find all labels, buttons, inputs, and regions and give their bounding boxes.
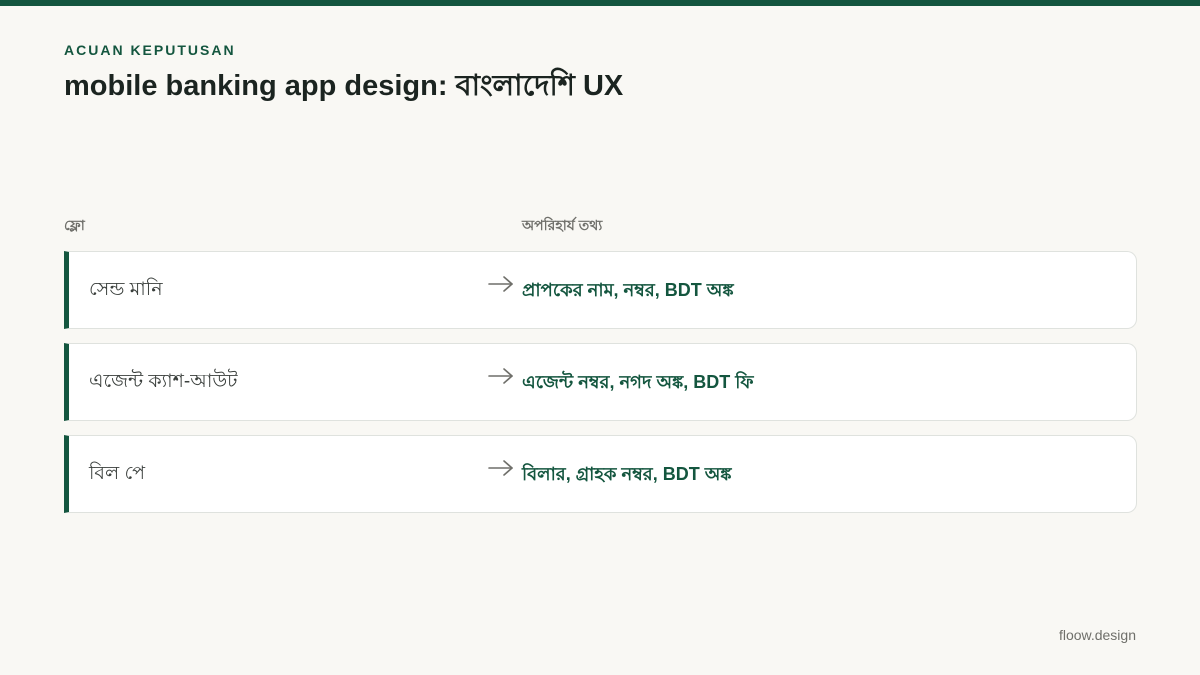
row-flow-label: বিল পে [89, 463, 146, 484]
column-header-flow: ফ্লো [64, 217, 85, 233]
eyebrow-label: ACUAN KEPUTUSAN [64, 42, 236, 58]
decision-table: সেন্ড মানি প্রাপকের নাম, নম্বর, BDT অঙ্ক… [64, 251, 1137, 527]
column-header-essential-info: অপরিহার্য তথ্য [522, 217, 603, 233]
arrow-right-icon [488, 460, 513, 476]
table-row-bill-pay: বিল পে বিলার, গ্রাহক নম্বর, BDT অঙ্ক [64, 435, 1137, 513]
row-flow-label: সেন্ড মানি [89, 279, 163, 300]
arrow-right-icon [488, 368, 513, 384]
footer-brand: floow.design [1058, 627, 1136, 643]
arrow-right-icon [488, 276, 513, 292]
row-essential-info: বিলার, গ্রাহক নম্বর, BDT অঙ্ক [522, 464, 732, 484]
table-row-agent-cash-out: এজেন্ট ক্যাশ-আউট এজেন্ট নম্বর, নগদ অঙ্ক,… [64, 343, 1137, 421]
page-title: mobile banking app design: বাংলাদেশি UX [64, 70, 624, 102]
top-accent-bar [0, 0, 1200, 6]
table-row-send-money: সেন্ড মানি প্রাপকের নাম, নম্বর, BDT অঙ্ক [64, 251, 1137, 329]
row-essential-info: এজেন্ট নম্বর, নগদ অঙ্ক, BDT ফি [522, 372, 754, 392]
row-essential-info: প্রাপকের নাম, নম্বর, BDT অঙ্ক [522, 280, 734, 300]
row-flow-label: এজেন্ট ক্যাশ-আউট [89, 371, 238, 392]
